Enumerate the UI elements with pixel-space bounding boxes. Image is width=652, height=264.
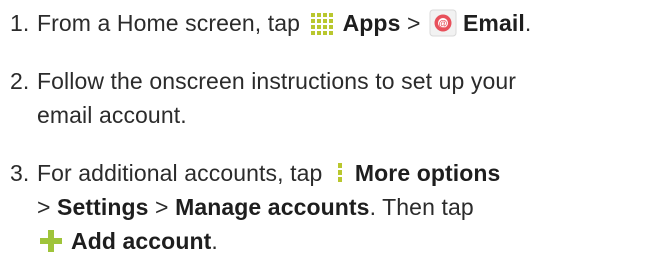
manage-accounts-label: Manage accounts [175,194,370,220]
separator: > [37,194,58,220]
step-text: For additional accounts, tap [37,160,329,186]
step-3-line-3: Add account. [10,224,500,258]
add-account-label: Add account [71,228,212,254]
step-text: Follow the onscreen instructions to set … [37,68,516,94]
step-text-end: . [211,228,218,254]
more-options-label: More options [354,160,501,186]
step-3-line-2: > Settings > Manage accounts. Then tap [10,190,500,224]
step-text-end: . [524,10,532,36]
step-2-line-1: 2. Follow the onscreen instructions to se… [10,64,516,98]
email-label: Email [462,10,525,36]
step-2-line-2: email account. [10,98,516,132]
step-3-line-1: 3. For additional accounts, tap More opti… [10,156,500,190]
more-options-icon [333,159,347,187]
apps-label: Apps [342,10,401,36]
separator: > [400,10,427,36]
step-1-line-1: 1. From a Home screen, tap Apps > @ Email… [10,6,531,40]
step-number: 2. [10,68,30,94]
separator: > [148,194,176,220]
instruction-steps: 1. From a Home screen, tap Apps > @ Email… [0,0,652,257]
email-app-icon: @ [429,9,457,37]
svg-text:@: @ [439,18,448,28]
add-icon [37,227,65,255]
step-2: 2. Follow the onscreen instructions to se… [10,64,516,132]
step-text: From a Home screen, tap [37,10,307,36]
settings-label: Settings [57,194,149,220]
step-number: 3. [10,160,30,186]
step-1: 1. From a Home screen, tap Apps > @ Email… [10,6,531,40]
apps-grid-icon [309,9,337,37]
step-text: . Then tap [369,194,474,220]
step-3: 3. For additional accounts, tap More opti… [10,156,500,258]
step-text: email account. [37,102,187,128]
step-number: 1. [10,10,30,36]
